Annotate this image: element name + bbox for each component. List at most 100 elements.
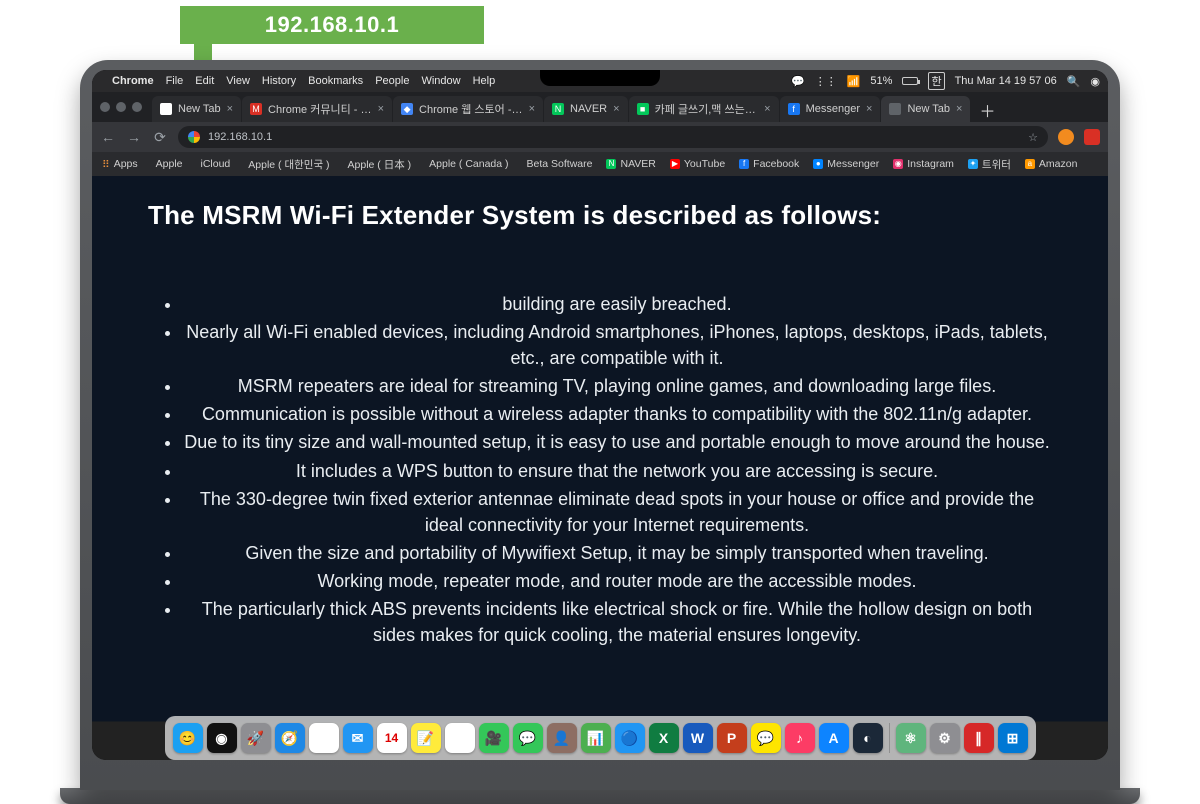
dock-app-appstore[interactable]: A: [819, 723, 849, 753]
bookmark-item[interactable]: ✦트위터: [968, 157, 1011, 172]
macos-dock: 😊◉🚀🧭◎✉14📝✿🎥💬👤📊🔵XWP💬♪A◐⚛⚙∥⊞: [165, 716, 1036, 760]
close-tab-icon[interactable]: ×: [764, 103, 770, 115]
dock-app-kakaotalk[interactable]: 💬: [751, 723, 781, 753]
dock-app-finder[interactable]: 😊: [173, 723, 203, 753]
bookmark-label: iCloud: [201, 158, 231, 170]
feature-bullet: It includes a WPS button to ensure that …: [182, 458, 1052, 484]
input-source-icon[interactable]: 한: [928, 72, 944, 90]
dock-app-windows[interactable]: ⊞: [998, 723, 1028, 753]
bookmark-item[interactable]: ⠿Apps: [102, 158, 138, 170]
dock-app-steam[interactable]: ◐: [853, 723, 883, 753]
bookmark-item[interactable]: ▶YouTube: [670, 158, 725, 170]
bookmark-item[interactable]: Apple ( 대한민국 ): [244, 157, 329, 172]
dock-app-parallels[interactable]: ∥: [964, 723, 994, 753]
dock-app-excel[interactable]: X: [649, 723, 679, 753]
bookmark-label: Beta Software: [527, 158, 593, 170]
new-tab-button[interactable]: ＋: [975, 98, 999, 122]
dock-app-contacts[interactable]: 👤: [547, 723, 577, 753]
dock-app-calendar[interactable]: 14: [377, 723, 407, 753]
wifi-icon[interactable]: 📶: [847, 75, 861, 88]
tab-favicon: N: [552, 103, 564, 115]
wifi-status-icon[interactable]: ⋮⋮: [815, 75, 837, 88]
dock-app-launchpad[interactable]: 🚀: [241, 723, 271, 753]
menubar-app-name[interactable]: Chrome: [112, 75, 154, 87]
address-bar[interactable]: 192.168.10.1 ☆: [178, 126, 1048, 148]
browser-tab[interactable]: ■카페 글쓰기,맥 쓰는 사람…×: [629, 96, 779, 122]
bookmark-item[interactable]: NNAVER: [606, 158, 655, 170]
chrome-tab-strip: GNew Tab×MChrome 커뮤니티 - 'N…×◆Chrome 웹 스토…: [92, 92, 1108, 122]
menu-file[interactable]: File: [166, 75, 184, 87]
dock-app-facetime[interactable]: 🎥: [479, 723, 509, 753]
bookmark-item[interactable]: Apple: [152, 158, 183, 170]
chat-status-icon[interactable]: 💬: [791, 75, 805, 88]
minimize-window-dot[interactable]: [116, 102, 126, 112]
bookmark-item[interactable]: iCloud: [197, 158, 231, 170]
forward-button[interactable]: →: [126, 129, 142, 145]
dock-app-safari[interactable]: 🧭: [275, 723, 305, 753]
close-tab-icon[interactable]: ×: [378, 103, 384, 115]
menu-bookmarks[interactable]: Bookmarks: [308, 75, 363, 87]
dock-app-notes[interactable]: 📝: [411, 723, 441, 753]
maximize-window-dot[interactable]: [132, 102, 142, 112]
close-tab-icon[interactable]: ×: [613, 103, 619, 115]
window-traffic-lights[interactable]: [100, 102, 142, 112]
dock-app-mail[interactable]: ✉: [343, 723, 373, 753]
browser-tab[interactable]: GNew Tab×: [152, 96, 241, 122]
extension-1-icon[interactable]: [1058, 129, 1074, 145]
bookmark-item[interactable]: Apple ( Canada ): [425, 158, 508, 170]
menu-edit[interactable]: Edit: [195, 75, 214, 87]
feature-bullet: Due to its tiny size and wall-mounted se…: [182, 429, 1052, 455]
bookmark-favicon: a: [1025, 159, 1035, 169]
browser-tab[interactable]: NNAVER×: [544, 96, 628, 122]
tab-favicon: [889, 103, 901, 115]
menu-history[interactable]: History: [262, 75, 296, 87]
laptop-base: [60, 788, 1140, 804]
bookmark-star-icon[interactable]: ☆: [1028, 131, 1038, 144]
browser-tab[interactable]: New Tab×: [881, 96, 970, 122]
close-tab-icon[interactable]: ×: [529, 103, 535, 115]
reload-button[interactable]: ⟳: [152, 129, 168, 146]
spotlight-icon[interactable]: 🔍: [1067, 75, 1081, 88]
bookmark-favicon: ▶: [670, 159, 680, 169]
close-tab-icon[interactable]: ×: [227, 103, 233, 115]
menu-help[interactable]: Help: [473, 75, 496, 87]
dock-app-itunes[interactable]: ♪: [785, 723, 815, 753]
dock-app-siri[interactable]: ◉: [207, 723, 237, 753]
close-window-dot[interactable]: [100, 102, 110, 112]
battery-icon[interactable]: [902, 77, 918, 85]
dock-app-chrome[interactable]: ◎: [309, 723, 339, 753]
close-tab-icon[interactable]: ×: [956, 103, 962, 115]
browser-tab[interactable]: ◆Chrome 웹 스토어 - In…×: [393, 96, 543, 122]
dock-app-powerpoint[interactable]: P: [717, 723, 747, 753]
bookmark-item[interactable]: Apple ( 日本 ): [344, 157, 412, 172]
bookmarks-bar: ⠿Apps Apple iCloud Apple ( 대한민국 ) Apple ( 日本…: [92, 152, 1108, 176]
bookmark-item[interactable]: ◉Instagram: [893, 158, 954, 170]
dock-app-keynote[interactable]: 🔵: [615, 723, 645, 753]
dock-app-numbers[interactable]: 📊: [581, 723, 611, 753]
bookmark-label: Messenger: [827, 158, 879, 170]
bookmark-label: 트위터: [982, 157, 1011, 172]
browser-tab[interactable]: MChrome 커뮤니티 - 'N…×: [242, 96, 392, 122]
menu-people[interactable]: People: [375, 75, 409, 87]
tab-title: New Tab: [178, 103, 221, 115]
dock-divider: [889, 723, 890, 753]
back-button[interactable]: ←: [100, 129, 116, 145]
dock-app-word[interactable]: W: [683, 723, 713, 753]
browser-tab[interactable]: fMessenger×: [780, 96, 881, 122]
extension-2-icon[interactable]: [1084, 129, 1100, 145]
menubar-clock[interactable]: Thu Mar 14 19 57 06: [955, 75, 1057, 87]
dock-app-system-prefs[interactable]: ⚙: [930, 723, 960, 753]
bookmark-item[interactable]: fFacebook: [739, 158, 799, 170]
bookmark-item[interactable]: Beta Software: [523, 158, 593, 170]
dock-app-photos[interactable]: ✿: [445, 723, 475, 753]
tab-title: Messenger: [806, 103, 860, 115]
site-identity-icon[interactable]: [188, 131, 200, 143]
menu-window[interactable]: Window: [421, 75, 460, 87]
menu-view[interactable]: View: [226, 75, 250, 87]
dock-app-messages[interactable]: 💬: [513, 723, 543, 753]
bookmark-item[interactable]: ●Messenger: [813, 158, 879, 170]
dock-app-atom[interactable]: ⚛: [896, 723, 926, 753]
bookmark-item[interactable]: aAmazon: [1025, 158, 1078, 170]
siri-menubar-icon[interactable]: ◉: [1090, 75, 1100, 88]
close-tab-icon[interactable]: ×: [866, 103, 872, 115]
